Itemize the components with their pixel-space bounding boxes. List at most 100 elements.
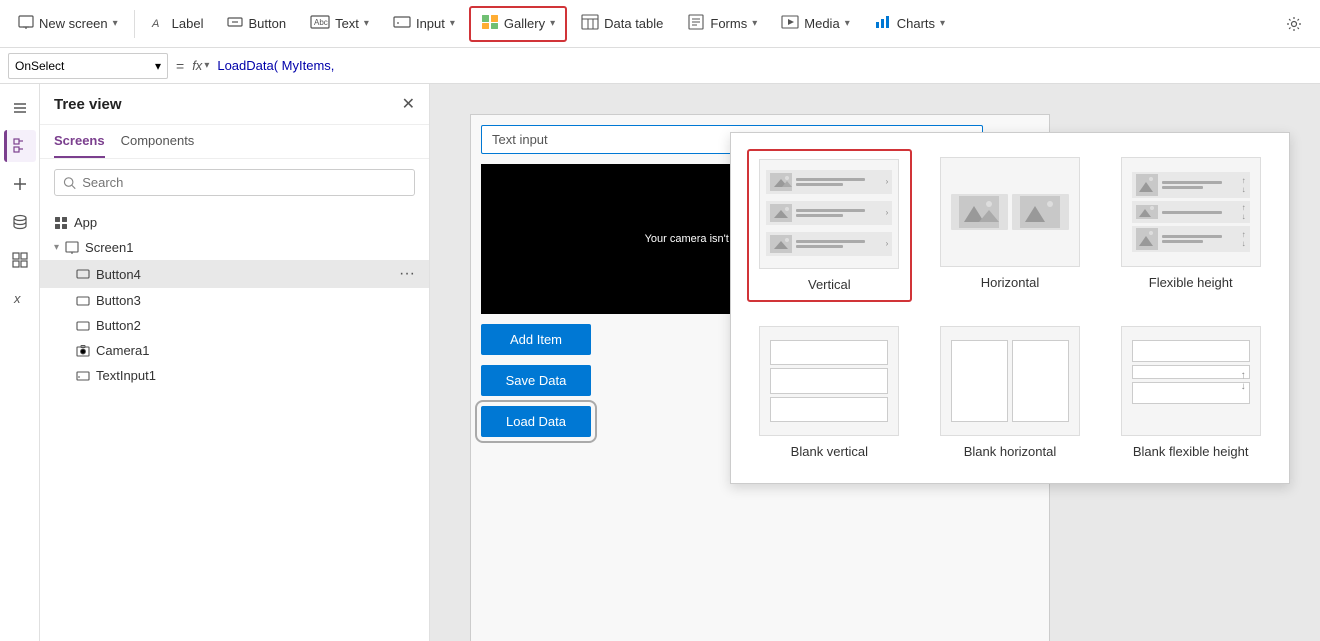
property-select[interactable]: OnSelect ▾ xyxy=(8,53,168,79)
horiz-cell-2 xyxy=(1012,194,1069,230)
input-label: Input xyxy=(416,16,445,31)
button-icon xyxy=(227,14,243,33)
thumb-image-icon xyxy=(770,235,792,253)
button-icon xyxy=(76,294,90,308)
blank-vertical-thumb xyxy=(759,326,899,436)
tree-item-camera1[interactable]: Camera1 xyxy=(40,338,429,363)
gallery-option-blank-vertical[interactable]: Blank vertical xyxy=(747,318,912,467)
gallery-option-flexible-height[interactable]: ↑↓ ↑↓ xyxy=(1108,149,1273,302)
toolbar: New screen ▾ A Label Button Abc Text ▾ I… xyxy=(0,0,1320,48)
close-icon[interactable]: ✕ xyxy=(402,94,415,114)
tree-view-button[interactable] xyxy=(4,130,36,162)
expand-collapse-icon: ↑↓ xyxy=(1242,230,1246,248)
tree-item-label: TextInput1 xyxy=(96,368,156,383)
tree-item-label: Button4 xyxy=(96,267,141,282)
blank-col-2 xyxy=(1012,340,1069,422)
chevron-down-icon: ▾ xyxy=(550,18,555,29)
label-icon: A xyxy=(151,14,167,33)
blank-vert xyxy=(766,336,892,426)
components-button[interactable] xyxy=(4,244,36,276)
vert-lines xyxy=(796,178,881,186)
tree-item-button3[interactable]: Button3 xyxy=(40,288,429,313)
charts-button[interactable]: Charts ▾ xyxy=(864,6,955,42)
input-button[interactable]: Input ▾ xyxy=(383,6,465,42)
thumb-image-icon xyxy=(1136,228,1158,250)
tree-item-label: Button2 xyxy=(96,318,141,333)
thumb-image-icon xyxy=(1020,196,1060,228)
thumb-image-icon xyxy=(1136,174,1158,196)
tree-item-label: Button3 xyxy=(96,293,141,308)
vertical-thumb: › › xyxy=(759,159,899,269)
tree-item-button2[interactable]: Button2 xyxy=(40,313,429,338)
variables-button[interactable]: x xyxy=(4,282,36,314)
chevron-down-icon: ▾ xyxy=(845,18,850,29)
new-screen-button[interactable]: New screen ▾ xyxy=(8,6,128,42)
search-input[interactable] xyxy=(82,175,406,190)
text-button[interactable]: Abc Text ▾ xyxy=(300,6,379,42)
formula-bar: OnSelect ▾ = fx ▾ LoadData( MyItems, xyxy=(0,48,1320,84)
label-label: Label xyxy=(172,16,204,31)
search-bar xyxy=(54,169,415,196)
gallery-option-label: Blank flexible height xyxy=(1133,444,1249,459)
search-icon xyxy=(63,176,76,190)
vert-lines xyxy=(796,209,881,217)
more-options-icon[interactable]: ··· xyxy=(399,265,415,283)
expand-collapse-icon: ↑↓ xyxy=(1242,176,1246,194)
property-value: OnSelect xyxy=(15,59,64,73)
tree-item-screen1[interactable]: ▾ Screen1 xyxy=(40,235,429,260)
vert-row-3: › xyxy=(766,232,892,256)
formula-content[interactable]: LoadData( MyItems, xyxy=(217,58,1312,73)
gallery-option-blank-flexible-height[interactable]: ↑↓ Blank flexible height xyxy=(1108,318,1273,467)
text-icon: Abc xyxy=(310,14,330,33)
chevron-down-icon: ▾ xyxy=(54,242,59,253)
forms-icon xyxy=(687,14,705,33)
data-table-button[interactable]: Data table xyxy=(571,6,673,42)
gallery-option-label: Horizontal xyxy=(981,275,1040,290)
hamburger-menu-button[interactable] xyxy=(4,92,36,124)
tree-item-button4[interactable]: Button4 ··· xyxy=(40,260,429,288)
gallery-icon xyxy=(481,14,499,33)
label-button[interactable]: A Label xyxy=(141,6,214,42)
tree-item-label: App xyxy=(74,215,97,230)
tree-tabs: Screens Components xyxy=(40,125,429,159)
gallery-option-horizontal[interactable]: Horizontal xyxy=(928,149,1093,302)
tab-screens[interactable]: Screens xyxy=(54,125,105,158)
gallery-option-blank-horizontal[interactable]: Blank horizontal xyxy=(928,318,1093,467)
gallery-option-vertical[interactable]: › › xyxy=(747,149,912,302)
add-button[interactable] xyxy=(4,168,36,200)
tab-components[interactable]: Components xyxy=(121,125,195,158)
flex-row-2: ↑↓ xyxy=(1132,201,1250,223)
blank-flexible-height-thumb: ↑↓ xyxy=(1121,326,1261,436)
left-icon-bar: x xyxy=(0,84,40,641)
vert-line xyxy=(796,214,843,217)
chevron-right-icon: › xyxy=(886,208,889,217)
forms-button[interactable]: Forms ▾ xyxy=(677,6,767,42)
settings-button[interactable] xyxy=(1276,6,1312,42)
horiz-grid xyxy=(947,190,1073,234)
media-button[interactable]: Media ▾ xyxy=(771,6,859,42)
formula-text: LoadData( MyItems, xyxy=(217,58,334,73)
tree-item-textinput1[interactable]: TextInput1 xyxy=(40,363,429,388)
flex-line xyxy=(1162,211,1223,214)
gallery-button[interactable]: Gallery ▾ xyxy=(469,6,567,42)
flex-lines xyxy=(1162,211,1238,214)
blank-row-2 xyxy=(770,368,888,393)
add-item-button[interactable]: Add Item xyxy=(481,324,591,355)
thumb-image-icon xyxy=(1136,205,1158,219)
button-button[interactable]: Button xyxy=(217,6,296,42)
textinput-icon xyxy=(76,369,90,383)
tree-item-app[interactable]: App xyxy=(40,210,429,235)
save-data-button[interactable]: Save Data xyxy=(481,365,591,396)
equals-sign: = xyxy=(176,58,184,74)
fx-button[interactable]: fx ▾ xyxy=(192,58,209,73)
load-data-button[interactable]: Load Data xyxy=(481,406,591,437)
chevron-right-icon: › xyxy=(886,177,889,186)
chevron-down-icon: ▾ xyxy=(940,18,945,29)
expand-collapse-icon: ↑↓ xyxy=(1242,203,1246,221)
screen-icon xyxy=(65,241,79,255)
horiz-cell-1 xyxy=(951,194,1008,230)
data-icon-button[interactable] xyxy=(4,206,36,238)
gallery-option-label: Blank vertical xyxy=(791,444,868,459)
new-screen-label: New screen xyxy=(39,16,108,31)
gallery-panel: › › xyxy=(730,132,1290,484)
